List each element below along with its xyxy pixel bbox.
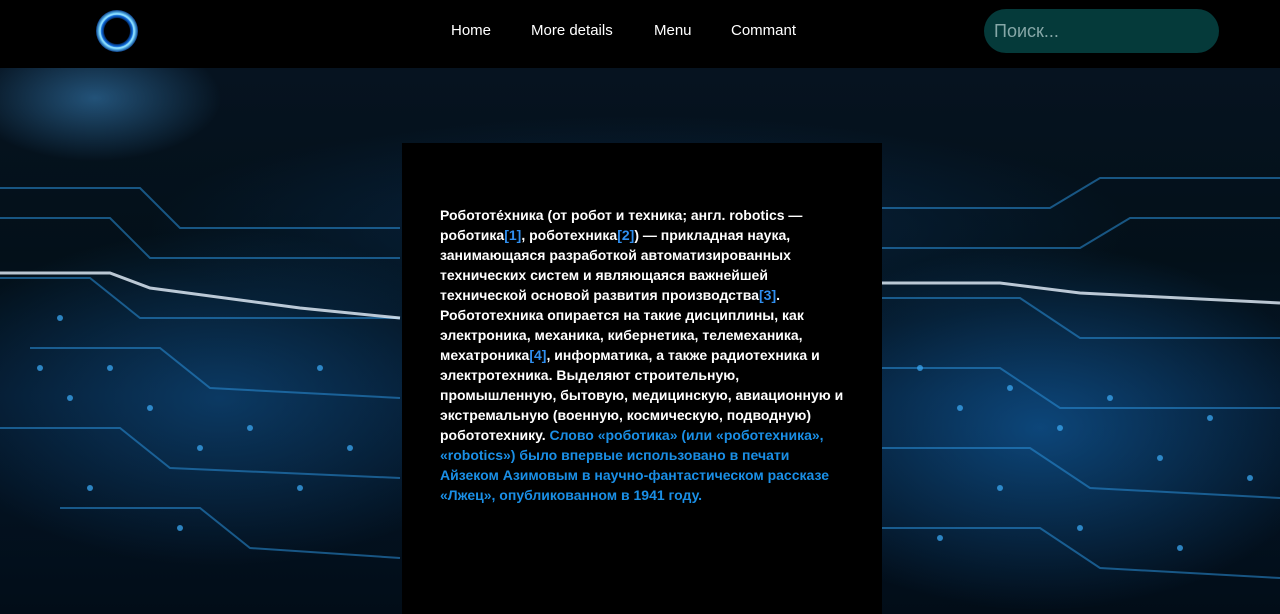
reference-link-1[interactable]: [1] (504, 227, 521, 243)
nav-link-menu[interactable]: Menu (654, 22, 692, 39)
article-panel: Робототе́хника (от робот и техника; англ… (402, 143, 882, 614)
nav-link-more-details[interactable]: More details (531, 22, 613, 39)
reference-link-2[interactable]: [2] (617, 227, 634, 243)
header-bar: Home More details Menu Commant (0, 0, 1280, 68)
article-segment-2: , роботехника (521, 227, 618, 243)
article-text: Робототе́хника (от робот и техника; англ… (440, 205, 844, 505)
reference-link-3[interactable]: [3] (759, 287, 776, 303)
nav-link-commant[interactable]: Commant (731, 22, 796, 39)
nav-link-home[interactable]: Home (451, 22, 491, 39)
search-input[interactable] (984, 9, 1219, 53)
reference-link-4[interactable]: [4] (529, 347, 546, 363)
